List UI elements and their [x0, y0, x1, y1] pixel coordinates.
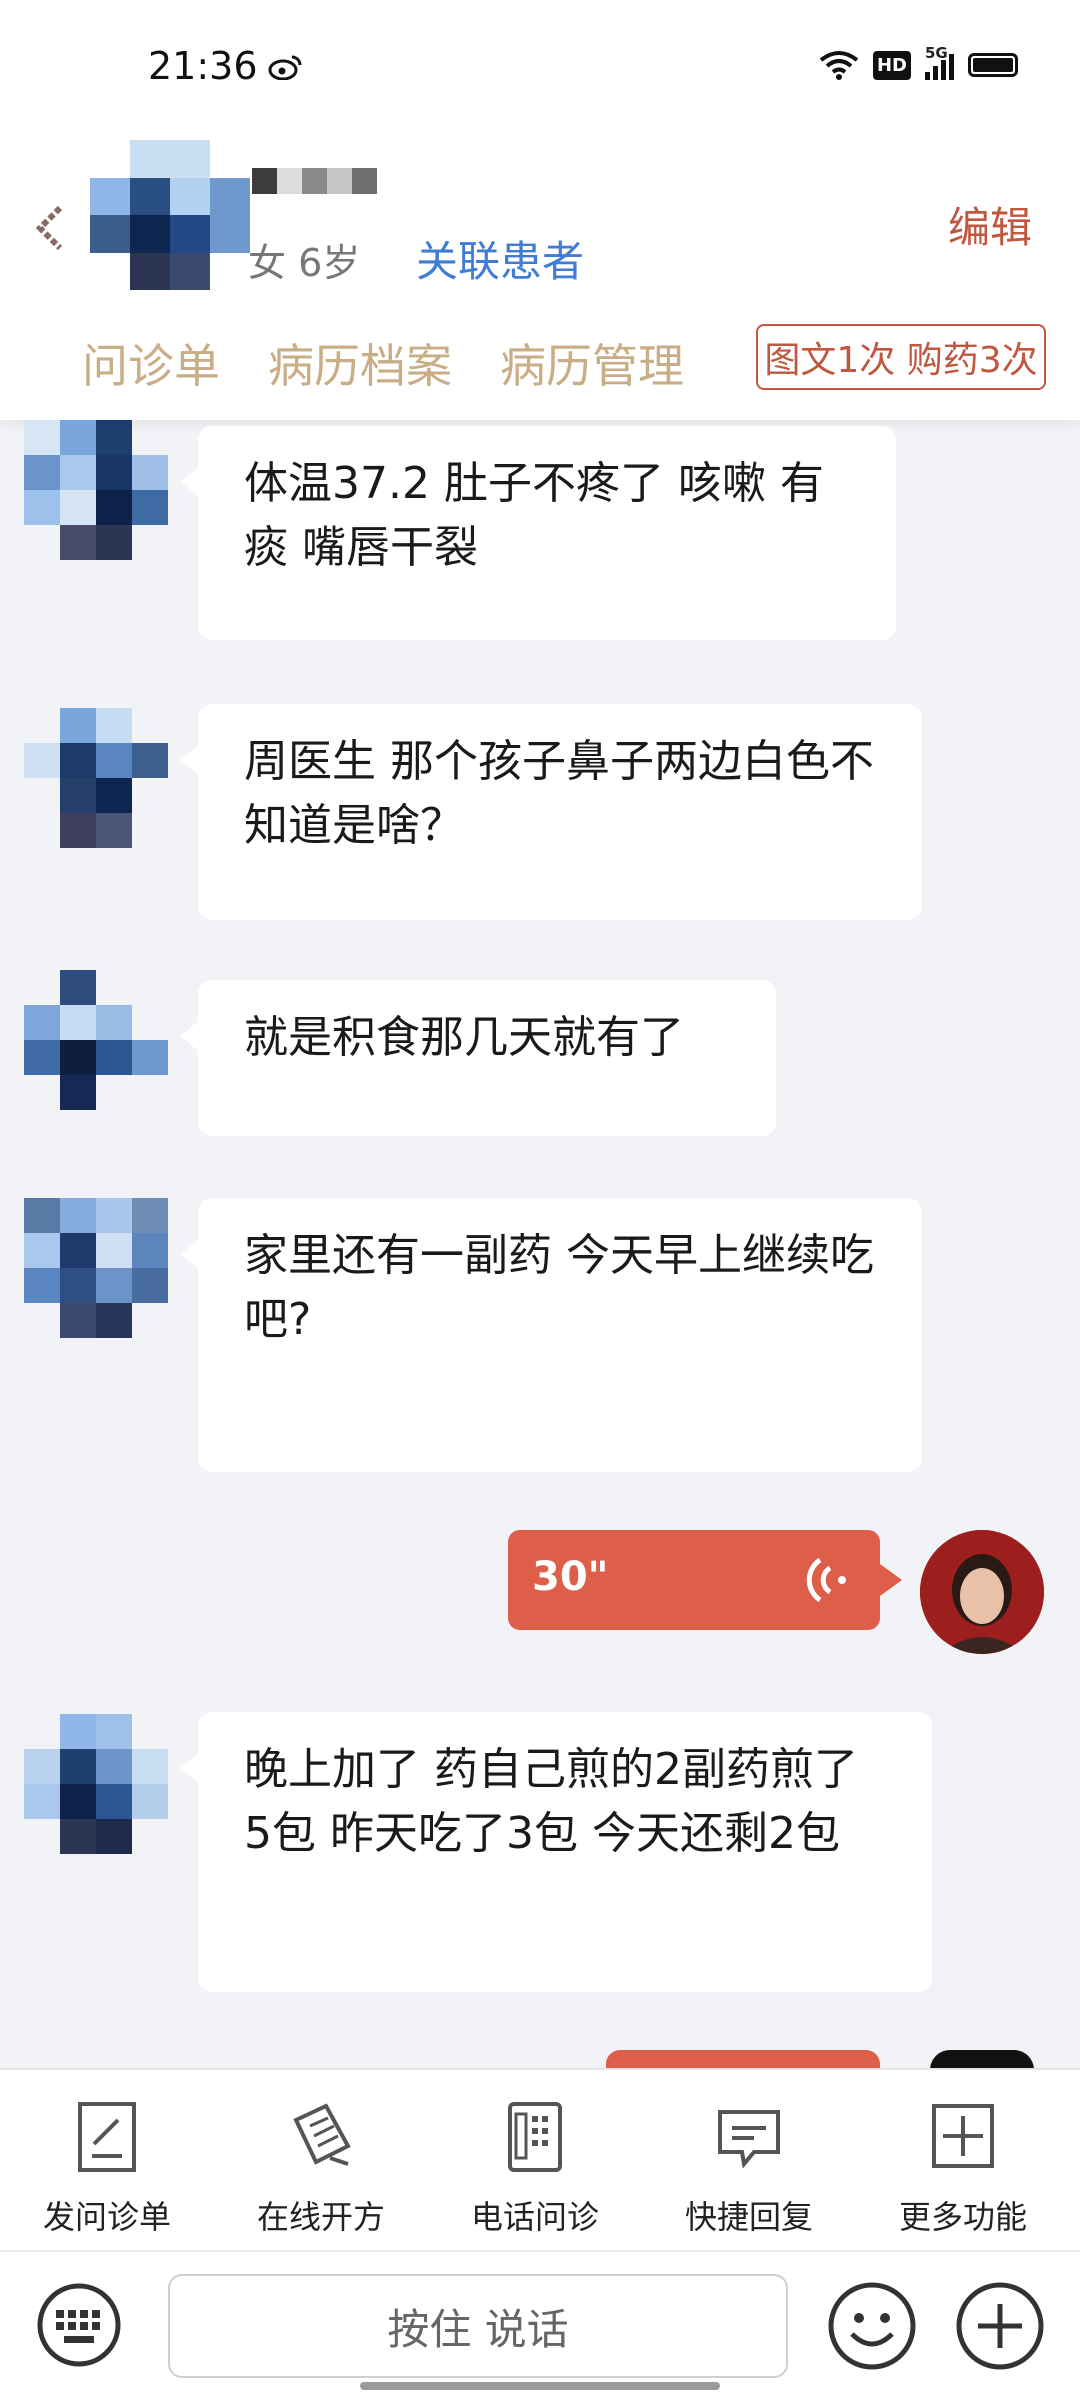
patient-avatar[interactable]: [24, 420, 168, 560]
signal-icon: 5G: [925, 44, 954, 80]
edit-button[interactable]: 编辑: [948, 194, 1032, 255]
form-edit-icon: [78, 2102, 136, 2172]
tab-record-management[interactable]: 病历管理: [500, 330, 684, 396]
weibo-icon: [268, 55, 302, 80]
battery-icon: [968, 53, 1018, 77]
home-indicator[interactable]: [360, 2382, 720, 2390]
patient-name-redacted: [252, 168, 377, 194]
message-text: 家里还有一副药 今天早上继续吃吧?: [244, 1230, 874, 1345]
doctor-avatar[interactable]: [920, 1530, 1044, 1654]
patient-avatar[interactable]: [90, 140, 250, 290]
message-text: 就是积食那几天就有了: [244, 1012, 684, 1063]
record-tabs: 问诊单 病历档案 病历管理: [82, 330, 684, 396]
plus-square-icon: [932, 2104, 994, 2168]
status-time: 21:36: [148, 44, 258, 88]
voice-message-partial[interactable]: [606, 2050, 880, 2070]
tool-label: 电话问诊: [470, 2198, 599, 2236]
message-bubble[interactable]: 就是积食那几天就有了: [180, 980, 776, 1136]
plus-icon[interactable]: [954, 2280, 1046, 2372]
more-functions-button[interactable]: 更多功能: [883, 2100, 1043, 2238]
prescription-icon: [293, 2103, 351, 2166]
message-text: 体温37.2 肚子不疼了 咳嗽 有痰 嘴唇干裂: [244, 458, 824, 573]
patient-gender-age: 女 6岁: [248, 241, 361, 285]
phone-icon: [508, 2102, 562, 2172]
service-count-badge[interactable]: 图文1次 购药3次: [756, 324, 1046, 390]
tool-label: 更多功能: [898, 2198, 1027, 2236]
send-consult-form-button[interactable]: 发问诊单: [27, 2100, 187, 2238]
hold-to-talk-button[interactable]: 按住 说话: [168, 2274, 788, 2378]
message-bubble[interactable]: 晚上加了 药自己煎的2副药煎了 5包 昨天吃了3包 今天还剩2包: [180, 1712, 932, 1992]
message-text: 晚上加了 药自己煎的2副药煎了 5包 昨天吃了3包 今天还剩2包: [244, 1744, 858, 1859]
patient-avatar[interactable]: [24, 708, 168, 848]
patient-header: 女 6岁 关联患者 编辑 问诊单 病历档案 病历管理 图文1次 购药3次: [0, 130, 1080, 420]
chat-bubble-icon: [718, 2110, 780, 2169]
emoji-icon[interactable]: [826, 2280, 918, 2372]
patient-avatar[interactable]: [24, 970, 168, 1110]
online-prescription-button[interactable]: 在线开方: [241, 2100, 401, 2238]
tab-consult-form[interactable]: 问诊单: [82, 330, 220, 396]
message-bubble[interactable]: 周医生 那个孩子鼻子两边白色不知道是啥？: [180, 704, 922, 920]
patient-avatar[interactable]: [24, 1714, 168, 1854]
input-bar: 按住 说话: [0, 2250, 1080, 2400]
tool-label: 发问诊单: [42, 2198, 171, 2236]
tab-medical-archive[interactable]: 病历档案: [268, 330, 452, 396]
voice-wave-icon: [806, 1557, 846, 1603]
link-patient-button[interactable]: 关联患者: [416, 228, 584, 289]
phone-consult-button[interactable]: 电话问诊: [455, 2100, 615, 2238]
patient-avatar[interactable]: [24, 1198, 168, 1338]
doctor-avatar-partial[interactable]: [930, 2050, 1034, 2070]
tool-label: 快捷回复: [684, 2198, 813, 2236]
back-icon[interactable]: [30, 200, 70, 256]
hd-icon: HD: [872, 50, 911, 80]
message-text: 周医生 那个孩子鼻子两边白色不知道是啥？: [244, 736, 874, 851]
message-bubble[interactable]: 家里还有一副药 今天早上继续吃吧?: [180, 1198, 922, 1472]
keyboard-icon[interactable]: [36, 2282, 122, 2368]
quick-reply-button[interactable]: 快捷回复: [669, 2100, 829, 2238]
voice-message[interactable]: 30": [508, 1530, 902, 1630]
voice-duration: 30": [532, 1554, 609, 1600]
wifi-icon: [819, 51, 859, 80]
function-toolbar: 发问诊单 在线开方 电话问诊 快捷回复 更多功能: [0, 2068, 1080, 2250]
message-bubble[interactable]: 体温37.2 肚子不疼了 咳嗽 有痰 嘴唇干裂: [180, 426, 896, 640]
tool-label: 在线开方: [256, 2198, 385, 2236]
status-bar: 21:36 HD 5G: [0, 0, 1080, 130]
chat-area[interactable]: 体温37.2 肚子不疼了 咳嗽 有痰 嘴唇干裂 周医生 那个孩子鼻子两边白色不知…: [0, 420, 1080, 2068]
